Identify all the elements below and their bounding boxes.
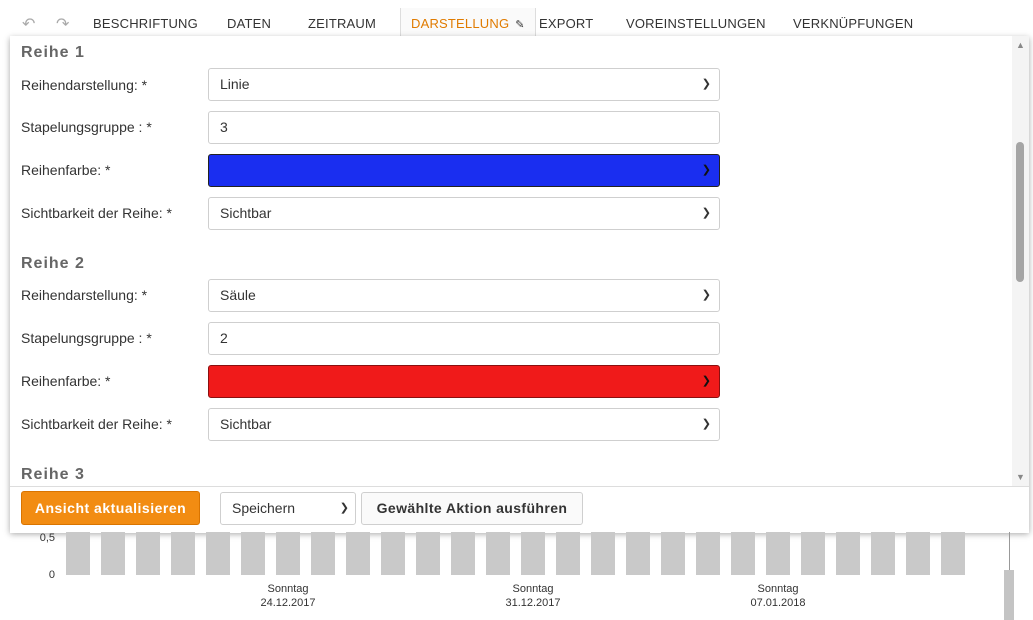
series-2-type-label: Reihendarstellung: * [21,287,148,303]
x-label-day: Sonntag [757,583,799,595]
chart-bar [521,532,545,575]
chart-bar [311,532,335,575]
tab-beschriftung[interactable]: BESCHRIFTUNG [93,8,198,36]
chevron-down-icon: ❯ [701,375,711,387]
chart-bar [556,532,580,575]
series-1-stack-value: 3 [220,119,228,135]
series-1-type-select[interactable]: Linie ❯ [208,68,720,101]
chevron-down-icon: ❯ [701,418,711,430]
chevron-down-icon: ❯ [701,78,711,90]
pencil-icon: ✎ [515,19,525,31]
chart-bar [871,532,895,575]
x-label-day: Sonntag [267,583,309,595]
series-2-visibility-label: Sichtbarkeit der Reihe: * [21,416,172,432]
series-2-title: Reihe 2 [21,255,85,272]
chart-bar [801,532,825,575]
scroll-down-icon[interactable]: ▼ [1016,472,1025,482]
panel-footer: Ansicht aktualisieren Speichern ❯ Gewähl… [10,486,1029,533]
x-label-date: 24.12.2017 [260,597,316,609]
chart-bar [661,532,685,575]
chart-bar [276,532,300,575]
tab-export[interactable]: EXPORT [539,8,593,36]
series-settings-scrollarea[interactable]: Reihe 1 Reihendarstellung: * Linie ❯ Sta… [10,36,1012,486]
series-2-color-select[interactable]: ❯ [208,365,720,398]
redo-icon[interactable]: ↷ [56,14,69,34]
series-1-visibility-label: Sichtbarkeit der Reihe: * [21,205,172,221]
series-2-stack-label: Stapelungsgruppe : * [21,330,152,346]
x-axis-label: Sonntag 31.12.2017 [483,582,583,610]
chart-bar [101,532,125,575]
series-1-visibility-select[interactable]: Sichtbar ❯ [208,197,720,230]
tab-voreinstellungen[interactable]: VOREINSTELLUNGEN [626,8,766,36]
tab-zeitraum[interactable]: ZEITRAUM [308,8,376,36]
undo-icon[interactable]: ↶ [22,14,35,34]
x-label-date: 07.01.2018 [750,597,806,609]
execute-action-button[interactable]: Gewählte Aktion ausführen [361,492,583,525]
series-2-type-value: Säule [220,287,256,303]
chart-bar [346,532,370,575]
tab-daten[interactable]: DATEN [227,8,271,36]
series-1-stack-input[interactable]: 3 [208,111,720,144]
chart-bar [451,532,475,575]
chart-right-border [1009,532,1010,570]
series-2-stack-value: 2 [220,330,228,346]
chart-bar [381,532,405,575]
series-2-visibility-select[interactable]: Sichtbar ❯ [208,408,720,441]
chart-bar [486,532,510,575]
chart-bar [696,532,720,575]
vertical-scrollbar[interactable]: ▲ ▼ [1012,36,1029,486]
chart-bar [416,532,440,575]
series-3-title: Reihe 3 [21,466,85,483]
series-1-title: Reihe 1 [21,44,85,61]
action-select[interactable]: Speichern ❯ [220,492,356,525]
settings-panel: Reihe 1 Reihendarstellung: * Linie ❯ Sta… [10,36,1029,533]
scrollbar-thumb[interactable] [1016,142,1024,282]
chevron-down-icon: ❯ [339,502,349,514]
page-scrollbar-thumb[interactable] [1004,570,1014,620]
chevron-down-icon: ❯ [701,164,711,176]
chart-bar [626,532,650,575]
chart-bar [206,532,230,575]
tab-bar: ↶ ↷ BESCHRIFTUNG DATEN ZEITRAUM DARSTELL… [10,8,1029,37]
series-2-type-select[interactable]: Säule ❯ [208,279,720,312]
update-view-button[interactable]: Ansicht aktualisieren [21,491,200,525]
series-1-type-value: Linie [220,76,250,92]
chart-bar [941,532,965,575]
x-axis-label: Sonntag 24.12.2017 [238,582,338,610]
chevron-down-icon: ❯ [701,289,711,301]
chart-bar [836,532,860,575]
chart-bar [591,532,615,575]
tab-darstellung[interactable]: DARSTELLUNG ✎ [400,8,536,36]
chart-bar [136,532,160,575]
series-2-stack-input[interactable]: 2 [208,322,720,355]
y-tick-label: 0 [48,569,55,581]
tab-darstellung-label: DARSTELLUNG [411,16,510,31]
x-axis-label: Sonntag 07.01.2018 [728,582,828,610]
series-1-stack-label: Stapelungsgruppe : * [21,119,152,135]
chart-bar [66,532,90,575]
scroll-up-icon[interactable]: ▲ [1016,40,1025,50]
chart-bar [171,532,195,575]
series-1-color-select[interactable]: ❯ [208,154,720,187]
series-1-color-label: Reihenfarbe: * [21,162,111,178]
series-1-type-label: Reihendarstellung: * [21,77,148,93]
x-label-date: 31.12.2017 [505,597,561,609]
x-label-day: Sonntag [512,583,554,595]
action-select-value: Speichern [232,500,296,516]
y-tick-label: 0,5 [39,532,55,544]
series-2-color-label: Reihenfarbe: * [21,373,111,389]
chart-bar [241,532,265,575]
chevron-down-icon: ❯ [701,207,711,219]
chart-bar [766,532,790,575]
series-2-visibility-value: Sichtbar [220,416,272,432]
chart-bar [906,532,930,575]
tab-verknuepfungen[interactable]: VERKNÜPFUNGEN [793,8,913,36]
series-1-visibility-value: Sichtbar [220,205,272,221]
chart-bar [731,532,755,575]
chart-strip: 0,5 0 Sonntag 24.12.2017 Sonntag 31.12.2… [0,532,1033,620]
